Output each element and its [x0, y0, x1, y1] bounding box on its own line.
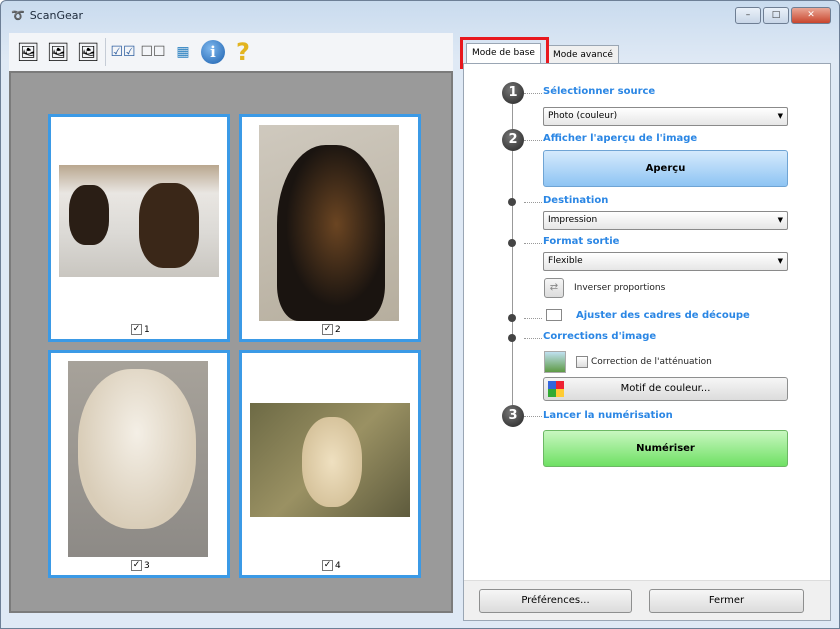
thumbnail-number: 2 [335, 324, 341, 335]
output-size-select[interactable]: Flexible [543, 252, 788, 271]
preview-button[interactable]: Aperçu [543, 150, 788, 187]
window-title: ScanGear [29, 9, 84, 22]
invert-ratio-label: Inverser proportions [574, 283, 666, 293]
thumbnail-checkbox[interactable]: ✓ [322, 324, 333, 335]
color-pattern-label: Motif de couleur... [620, 383, 711, 394]
thumbnail-frame-2[interactable]: ✓ 2 [239, 114, 421, 342]
thumbnail-checkbox[interactable]: ✓ [131, 560, 142, 571]
thumbnail-image [68, 361, 208, 557]
preferences-button[interactable]: Préférences... [479, 589, 632, 613]
toolbar: 🖼 🖼 🖼 ☑☑ ☐☐ ▦ i ? [9, 33, 453, 71]
thumbnail-number: 4 [335, 560, 341, 571]
maximize-button[interactable]: □ [763, 7, 789, 24]
thumbnail-frame-3[interactable]: ✓ 3 [48, 350, 230, 578]
adjust-crop-checkbox[interactable] [546, 309, 562, 321]
thumbnail-image [59, 165, 219, 277]
rotate-left-icon[interactable]: 🖼 [15, 39, 41, 65]
fading-correction-checkbox[interactable] [576, 356, 588, 368]
scangear-logo-icon: ➰ [11, 9, 25, 22]
preview-area: ✓ 1 ✓ 2 ✓ 3 ✓ 4 [9, 71, 453, 613]
color-pattern-button[interactable]: Motif de couleur... [543, 377, 788, 401]
thumbnail-frame-1[interactable]: ✓ 1 [48, 114, 230, 342]
adjust-crop-label: Ajuster des cadres de découpe [576, 310, 750, 321]
info-icon[interactable]: i [200, 39, 226, 65]
deselect-all-icon[interactable]: ☐☐ [140, 39, 166, 65]
thumbnail-view-icon[interactable]: ▦ [170, 39, 196, 65]
preview-label: Afficher l'aperçu de l'image [543, 133, 698, 144]
thumbnail-image [250, 403, 410, 517]
rotate-right-icon[interactable]: 🖼 [45, 39, 71, 65]
select-source-label: Sélectionner source [543, 86, 656, 97]
step-3-badge: 3 [502, 405, 524, 427]
scangear-window: ➰ ScanGear – □ ✕ 🖼 🖼 🖼 ☑☑ ☐☐ ▦ i ? ✓ 1 ✓ 2 … [0, 0, 840, 629]
thumbnail-checkbox[interactable]: ✓ [322, 560, 333, 571]
title-bar: ➰ ScanGear [11, 9, 83, 22]
thumbnail-image [259, 125, 399, 321]
toolbar-divider [105, 38, 106, 66]
help-icon[interactable]: ? [230, 38, 256, 66]
step-2-badge: 2 [502, 129, 524, 151]
thumbnail-number: 3 [144, 560, 150, 571]
select-all-icon[interactable]: ☑☑ [110, 39, 136, 65]
minimize-button[interactable]: – [735, 7, 761, 24]
thumbnail-number: 1 [144, 324, 150, 335]
fading-correction-icon [544, 351, 566, 373]
close-button[interactable]: Fermer [649, 589, 804, 613]
thumbnail-checkbox[interactable]: ✓ [131, 324, 142, 335]
corrections-label: Corrections d'image [543, 331, 657, 342]
fading-correction-label: Correction de l'atténuation [591, 357, 712, 367]
flip-icon[interactable]: 🖼 [75, 39, 101, 65]
step-1-badge: 1 [502, 82, 524, 104]
basic-mode-panel: 1 Sélectionner source Photo (couleur) 2 … [463, 63, 831, 621]
invert-ratio-icon[interactable]: ⇄ [544, 278, 564, 298]
output-size-label: Format sortie [543, 236, 620, 247]
close-window-button[interactable]: ✕ [791, 7, 831, 24]
thumbnail-frame-4[interactable]: ✓ 4 [239, 350, 421, 578]
source-select[interactable]: Photo (couleur) [543, 107, 788, 126]
color-pattern-icon [548, 381, 564, 397]
start-scan-label: Lancer la numérisation [543, 410, 673, 421]
destination-label: Destination [543, 195, 609, 206]
scan-button[interactable]: Numériser [543, 430, 788, 467]
destination-select[interactable]: Impression [543, 211, 788, 230]
